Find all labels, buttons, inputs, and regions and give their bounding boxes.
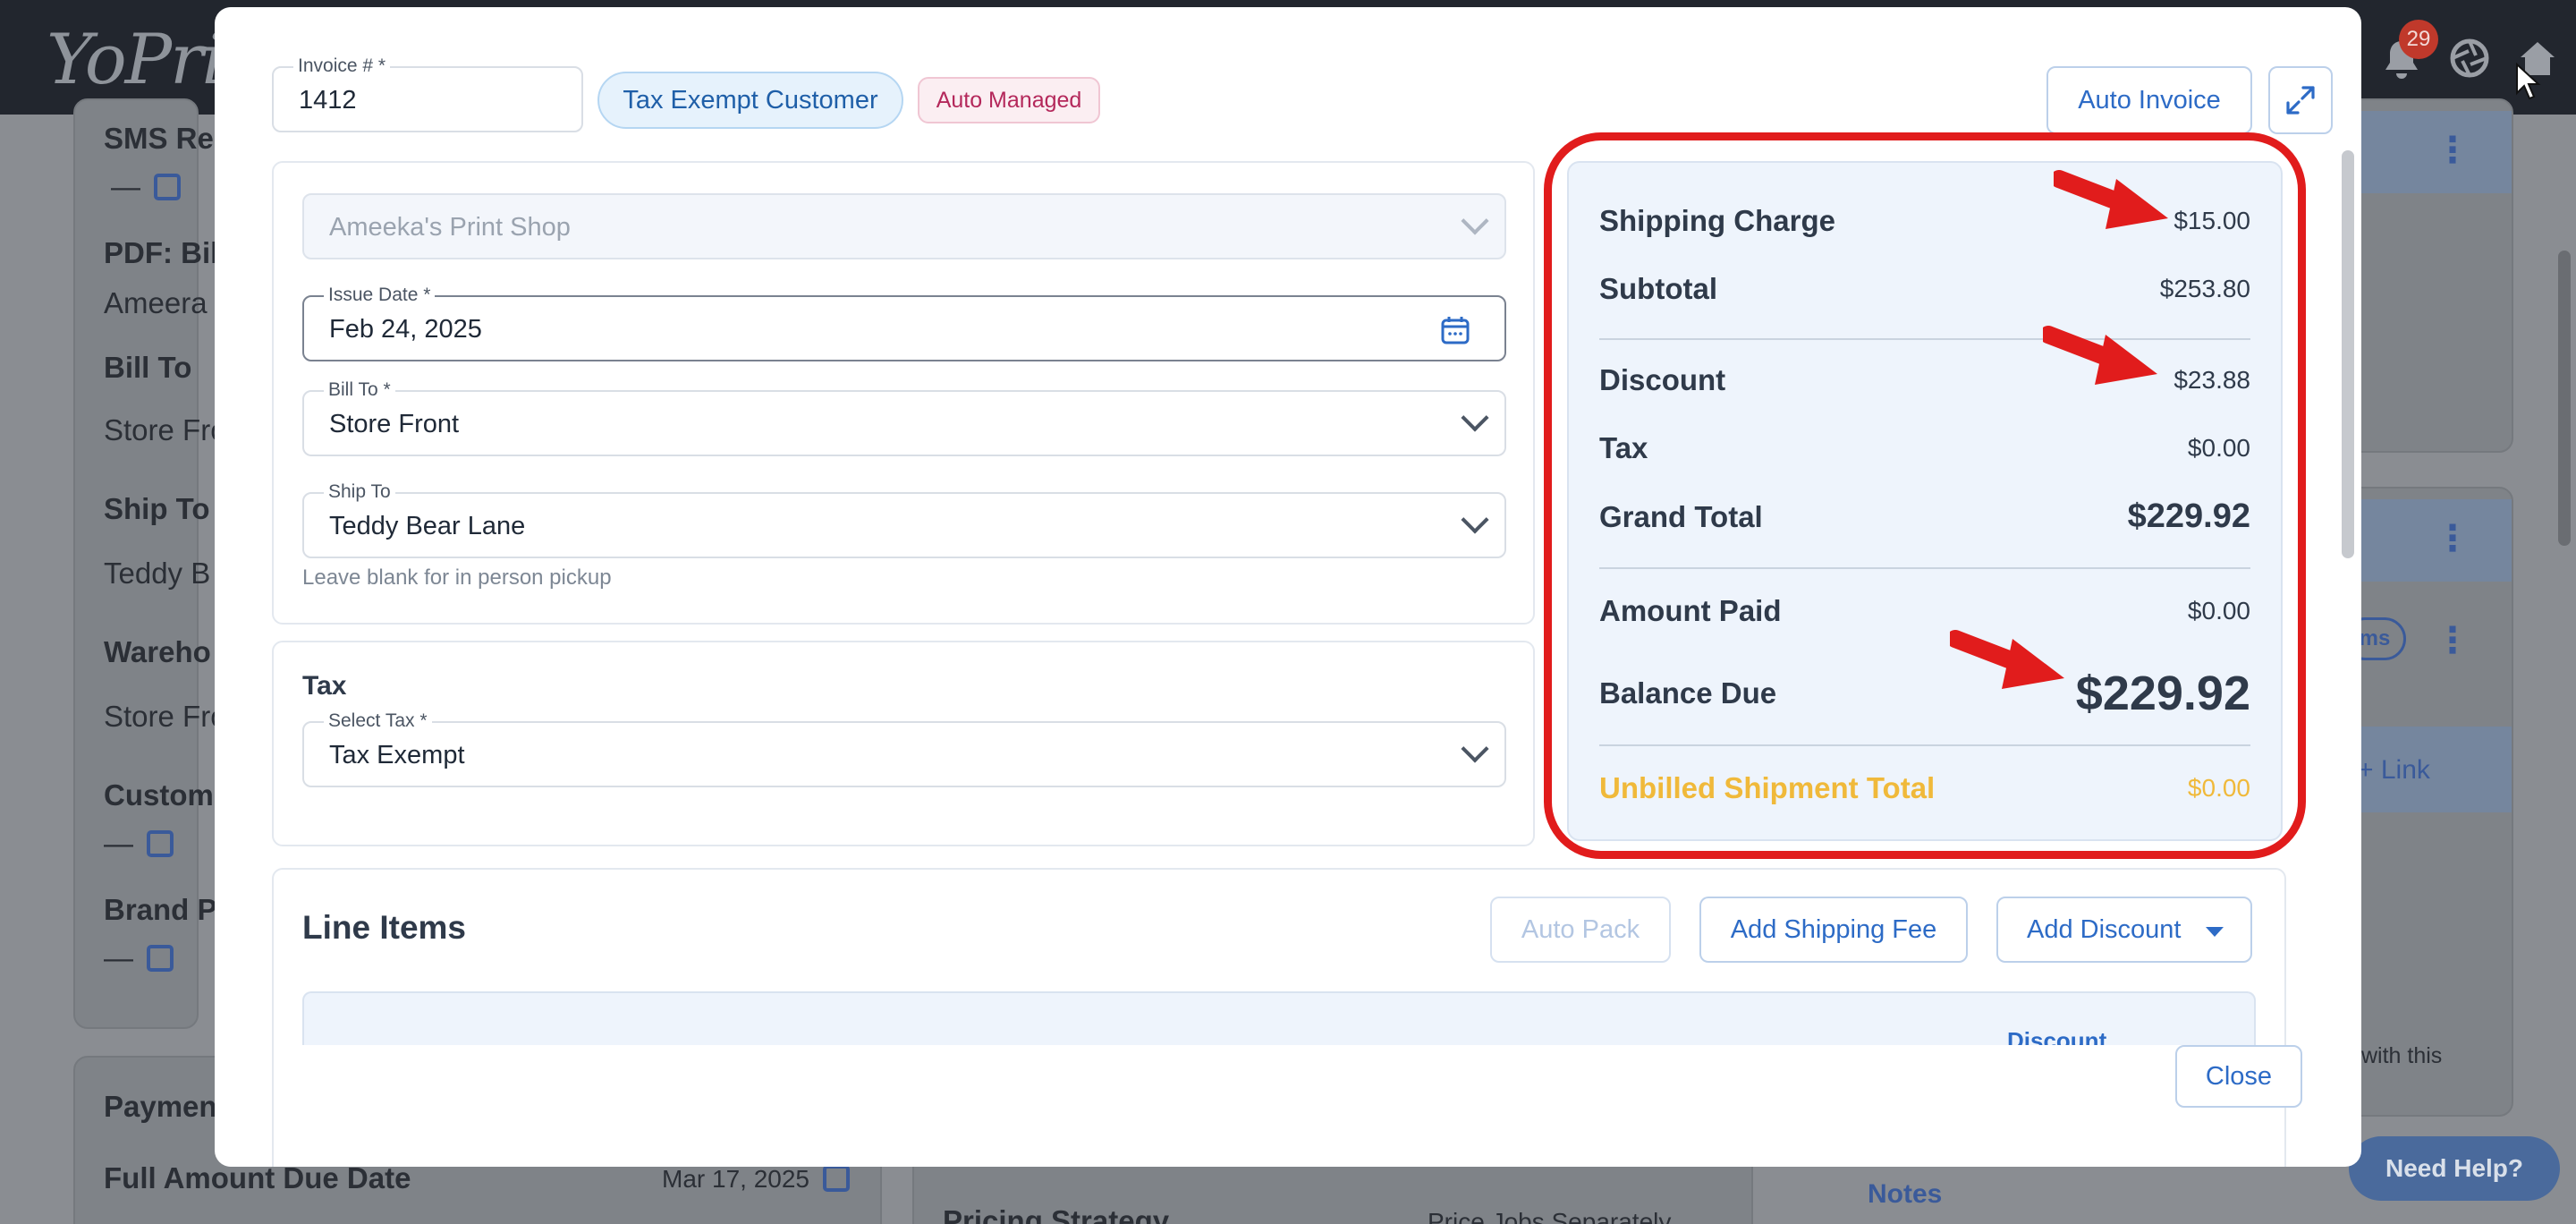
bg-pricing-value: Price Jobs Separately (1428, 1208, 1672, 1224)
page-scrollbar[interactable] (2558, 251, 2571, 546)
chevron-down-icon (1461, 506, 1489, 534)
bg-notes-label: Notes (1868, 1179, 1943, 1209)
bg-ship-to-value: Teddy B (104, 557, 211, 590)
bg-warehouse-label: Wareho (104, 635, 211, 668)
customer-select[interactable]: Ameeka's Print Shop (302, 193, 1506, 259)
issue-date-label: Issue Date * (324, 284, 436, 307)
bg-bill-to-label: Bill To (104, 351, 192, 384)
annotation-arrow-icon (1950, 630, 2064, 689)
auto-pack-button[interactable]: Auto Pack (1490, 897, 1671, 963)
edit-icon[interactable] (154, 174, 181, 200)
auto-invoice-button[interactable]: Auto Invoice (2046, 66, 2252, 134)
add-discount-label: Add Discount (2027, 915, 2182, 944)
calendar-icon[interactable] (1440, 315, 1470, 350)
line-items-title: Line Items (302, 909, 466, 946)
bg-payment-label: Paymen (104, 1090, 217, 1123)
bg-customer-value: — (104, 827, 133, 860)
invoice-number-field[interactable]: Invoice # * 1412 (272, 55, 583, 132)
discount-column-header[interactable]: Discount (2007, 1027, 2106, 1045)
caret-down-icon (2206, 927, 2224, 937)
mouse-cursor-icon (2515, 62, 2542, 111)
bg-pricing-label: Pricing Strategy (943, 1204, 1170, 1224)
bg-sms-label: SMS Re (104, 122, 214, 155)
ship-to-label: Ship To (324, 480, 395, 504)
tax-exempt-badge: Tax Exempt Customer (597, 72, 903, 129)
ship-to-value: Teddy Bear Lane (329, 512, 526, 540)
customer-select-value: Ameeka's Print Shop (329, 213, 571, 242)
bg-link-button[interactable]: + Link (2358, 755, 2430, 786)
bill-to-value: Store Front (329, 410, 460, 438)
bg-warehouse-value: Store Fro (104, 700, 227, 733)
edit-icon[interactable] (147, 830, 174, 857)
select-tax-dropdown[interactable]: Select Tax * Tax Exempt (302, 710, 1506, 787)
bill-to-select[interactable]: Bill To * Store Front (302, 378, 1506, 456)
more-options-icon[interactable]: ⋮ (2435, 132, 2470, 168)
more-options-icon[interactable]: ⋮ (2435, 623, 2470, 659)
notification-count-badge: 29 (2399, 20, 2438, 59)
add-discount-button[interactable]: Add Discount (1996, 897, 2252, 963)
bg-brand-label: Brand Pr (104, 893, 229, 926)
issue-date-field[interactable]: Issue Date * Feb 24, 2025 (302, 284, 1506, 361)
highlight-annotation-ring (1544, 132, 2306, 859)
more-options-icon[interactable]: ⋮ (2435, 521, 2470, 557)
add-shipping-fee-button[interactable]: Add Shipping Fee (1699, 897, 1968, 963)
edit-icon[interactable] (823, 1165, 850, 1192)
bg-ship-to-label: Ship To (104, 492, 210, 525)
bg-with-this-text: with this (2361, 1043, 2443, 1068)
chevron-down-icon (1461, 207, 1489, 235)
select-tax-value: Tax Exempt (329, 741, 465, 769)
annotation-arrow-icon (2043, 326, 2157, 385)
ship-to-hint: Leave blank for in person pickup (302, 565, 612, 590)
invoice-number-label: Invoice # * (293, 55, 391, 78)
bg-brand-value: — (104, 941, 133, 974)
chevron-down-icon (1461, 404, 1489, 432)
edit-icon[interactable] (147, 945, 174, 972)
tax-section-title: Tax (302, 671, 347, 701)
need-help-button[interactable]: Need Help? (2349, 1136, 2560, 1201)
bg-sms-value: — (111, 170, 140, 203)
invoice-number-value[interactable]: 1412 (299, 86, 357, 115)
auto-managed-badge: Auto Managed (918, 77, 1100, 123)
ship-to-select[interactable]: Ship To Teddy Bear Lane (302, 480, 1506, 558)
chevron-down-icon (1461, 735, 1489, 763)
bg-pdf-value: Ameera (104, 286, 208, 319)
close-button[interactable]: Close (2175, 1045, 2302, 1108)
bg-customer-label: Custome (104, 778, 231, 812)
bg-bill-to-value: Store Fro (104, 413, 227, 446)
select-tax-label: Select Tax * (324, 710, 432, 733)
modal-scrollbar[interactable] (2342, 150, 2354, 558)
bg-full-due-value: Mar 17, 2025 (662, 1165, 809, 1193)
line-items-table-header: Discount (302, 991, 2256, 1045)
aperture-icon[interactable] (2449, 38, 2490, 85)
annotation-arrow-icon (2054, 170, 2168, 229)
issue-date-value[interactable]: Feb 24, 2025 (329, 315, 482, 344)
bg-pdf-label: PDF: Bill (104, 236, 227, 269)
bill-to-label: Bill To * (324, 378, 395, 402)
expand-icon[interactable] (2268, 66, 2333, 134)
